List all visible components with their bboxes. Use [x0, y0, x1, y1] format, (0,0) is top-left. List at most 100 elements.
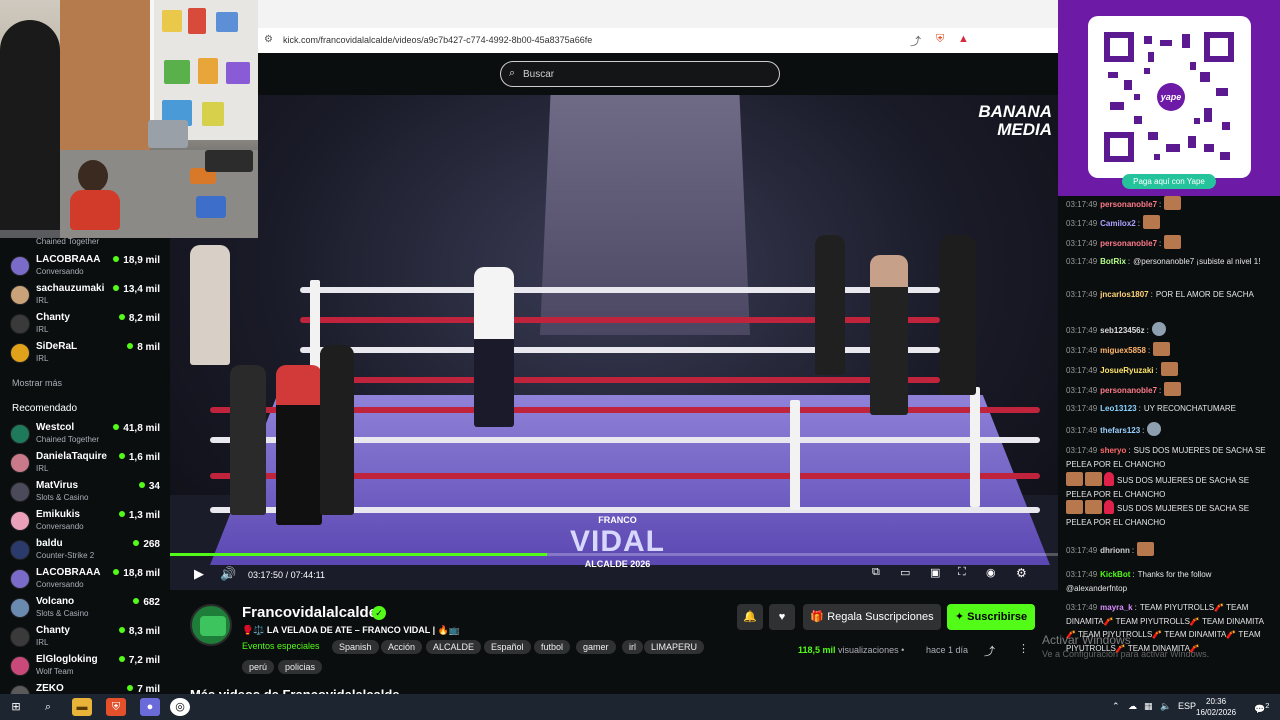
- chat-username[interactable]: personanoble7: [1100, 200, 1157, 209]
- tag-chip[interactable]: Español: [484, 640, 531, 654]
- chat-username[interactable]: seb123456z: [1100, 326, 1144, 335]
- chat-colon: :: [1159, 386, 1162, 395]
- chat-username[interactable]: BotRix: [1100, 257, 1126, 266]
- search-input[interactable]: ⌕ Buscar: [500, 61, 780, 87]
- video-player[interactable]: BANANA MEDIA FRANCO VIDAL ALCALDE 2026 ▶…: [170, 95, 1058, 590]
- sidebar-channel[interactable]: LACOBRAAA Conversando 18,9 mil: [10, 254, 160, 282]
- video-controls: ▶ 🔊 03:17:50 / 07:44:11 ⧉ ▭ ▣ ⛶ ◉ ⚙: [170, 560, 1058, 590]
- notification-bell-button[interactable]: 🔔: [737, 604, 763, 630]
- tag-chip[interactable]: Acción: [381, 640, 423, 654]
- avatar: [10, 598, 30, 618]
- dot-separator: •: [901, 645, 905, 655]
- tray-overflow-icon[interactable]: ⌃: [1112, 701, 1120, 712]
- notifications-icon[interactable]: 💬2: [1254, 701, 1269, 715]
- play-icon[interactable]: ▶: [194, 566, 204, 582]
- brave-shield-icon[interactable]: ⛨: [936, 33, 944, 46]
- tag-chip[interactable]: ALCALDE: [426, 640, 482, 654]
- sidebar-channel[interactable]: baldu Counter-Strike 2 268: [10, 538, 160, 566]
- sidebar-channel[interactable]: Westcol Chained Together 41,8 mil: [10, 422, 160, 450]
- chat-username[interactable]: Leo13123: [1100, 404, 1136, 413]
- obs-icon[interactable]: ◎: [170, 698, 190, 716]
- follow-heart-button[interactable]: ♥: [769, 604, 795, 630]
- chat-username[interactable]: KickBot: [1100, 570, 1130, 579]
- avatar: [10, 424, 30, 444]
- channel-name[interactable]: Francovidalalcalde: [242, 604, 377, 621]
- windows-start-icon[interactable]: ⊞: [6, 698, 26, 716]
- chat-username[interactable]: miguex5858: [1100, 346, 1146, 355]
- tag-chip[interactable]: gamer: [576, 640, 616, 654]
- tag-chip[interactable]: LIMAPERU: [644, 640, 705, 654]
- sidebar-channel[interactable]: sachauzumaki IRL 13,4 mil: [10, 283, 160, 311]
- sidebar-channel[interactable]: LACOBRAAA Conversando 18,8 mil: [10, 567, 160, 595]
- gift-subs-button[interactable]: 🎁 Regala Suscripciones: [803, 604, 941, 630]
- sidebar-channel[interactable]: Chanty IRL 8,3 mil: [10, 625, 160, 653]
- channel-avatar[interactable]: [190, 604, 232, 646]
- subscribe-button[interactable]: ✦ Suscribirse: [947, 604, 1035, 630]
- tag-chip[interactable]: perú: [242, 660, 275, 674]
- clip-icon[interactable]: ⧉: [872, 566, 880, 579]
- category-link[interactable]: Eventos especiales: [242, 641, 320, 651]
- tag-chip[interactable]: futbol: [534, 640, 571, 654]
- verified-icon: ✓: [372, 606, 386, 620]
- fullscreen-icon[interactable]: ⛶: [958, 566, 966, 579]
- chat-colon: :: [1138, 404, 1141, 413]
- chat-username[interactable]: thefars123: [1100, 426, 1140, 435]
- chat-username[interactable]: Camilox2: [1100, 219, 1136, 228]
- sidebar-channel[interactable]: ElGlogloking Wolf Team 7,2 mil: [10, 654, 160, 682]
- gift-icon: 🎁: [810, 611, 825, 623]
- chat-username[interactable]: JosueRyuzaki: [1100, 366, 1153, 375]
- channel-name: Chanty: [36, 625, 70, 636]
- tag-chip[interactable]: Spanish: [332, 640, 379, 654]
- sidebar-channel[interactable]: DanielaTaquire IRL 1,6 mil: [10, 451, 160, 479]
- chat-message: 03:17:49 personanoble7:: [1066, 196, 1272, 212]
- video-progress-bar[interactable]: [170, 553, 1058, 556]
- sidebar-channel[interactable]: ZEKO 7 mil: [10, 683, 160, 694]
- site-info-icon[interactable]: ⚙: [264, 34, 273, 45]
- more-options-icon[interactable]: ⋮: [1018, 642, 1029, 655]
- chat-username[interactable]: jncarlos1807: [1100, 290, 1148, 299]
- chat-username[interactable]: personanoble7: [1100, 386, 1157, 395]
- brave-rewards-icon[interactable]: ▲: [958, 33, 969, 45]
- chat-colon: :: [1134, 603, 1137, 612]
- chat-username[interactable]: dhrionn: [1100, 546, 1130, 555]
- network-icon[interactable]: ▦: [1144, 701, 1153, 712]
- sidebar-channel[interactable]: Volcano Slots & Casino 682: [10, 596, 160, 624]
- chat-username[interactable]: mayra_k: [1100, 603, 1132, 612]
- address-bar[interactable]: ⚙ kick.com/francovidalalcalde/videos/a9c…: [258, 28, 1058, 53]
- file-explorer-icon[interactable]: ▬: [72, 698, 92, 716]
- chat-username[interactable]: personanoble7: [1100, 239, 1157, 248]
- miniplayer-icon[interactable]: ▭: [900, 566, 910, 579]
- url-text[interactable]: kick.com/francovidalalcalde/videos/a9c7b…: [283, 35, 592, 45]
- quality-icon[interactable]: ◉: [986, 566, 996, 579]
- chat-timestamp: 03:17:49: [1066, 603, 1098, 612]
- volume-icon[interactable]: 🔊: [220, 566, 236, 582]
- language-indicator[interactable]: ESP: [1178, 701, 1196, 711]
- taskbar-clock[interactable]: 20:36 16/02/2026: [1196, 696, 1236, 718]
- tray-app-icon[interactable]: ☁: [1128, 701, 1137, 712]
- discord-icon[interactable]: ●: [140, 698, 160, 716]
- spectator-figure: [940, 235, 976, 395]
- sidebar-channel-partial[interactable]: Chained Together: [10, 238, 160, 249]
- avatar: [10, 540, 30, 560]
- sidebar-channel[interactable]: SiDeRaL IRL 8 mil: [10, 341, 160, 369]
- sidebar-channel[interactable]: Emikukis Conversando 1,3 mil: [10, 509, 160, 537]
- share-icon[interactable]: ⤴: [910, 33, 921, 49]
- sidebar-channel[interactable]: Chanty IRL 8,2 mil: [10, 312, 160, 340]
- brave-browser-icon[interactable]: ⛨: [106, 698, 126, 716]
- chat-username[interactable]: sheryo: [1100, 446, 1126, 455]
- settings-icon[interactable]: ⚙: [1016, 566, 1027, 580]
- avatar: [10, 685, 30, 694]
- chat-timestamp: 03:17:49: [1066, 290, 1098, 299]
- screen: ⚙ kick.com/francovidalalcalde/videos/a9c…: [0, 0, 1280, 720]
- theater-icon[interactable]: ▣: [930, 566, 940, 579]
- boxer-figure: [276, 365, 322, 525]
- tag-chip[interactable]: policias: [278, 660, 323, 674]
- channel-category: Counter-Strike 2: [36, 551, 95, 560]
- spectator-figure: [190, 245, 230, 365]
- share-icon[interactable]: ⤴: [984, 643, 995, 659]
- show-more-link[interactable]: Mostrar más: [12, 378, 62, 388]
- search-icon[interactable]: ⌕: [38, 698, 58, 716]
- sidebar-channel[interactable]: MatVirus Slots & Casino 34: [10, 480, 160, 508]
- volume-icon[interactable]: 🔈: [1160, 701, 1171, 712]
- tag-chip[interactable]: irl: [622, 640, 643, 654]
